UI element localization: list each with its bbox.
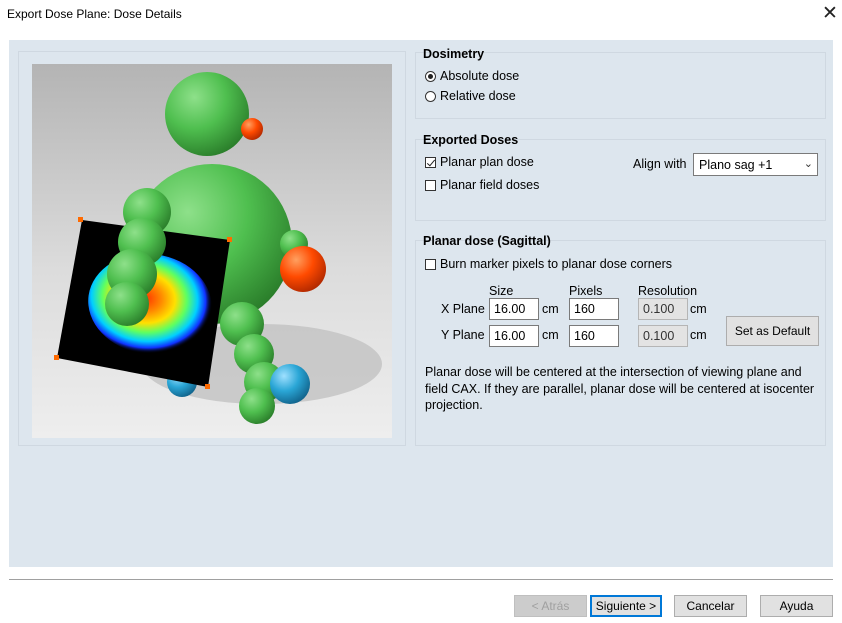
- dosimetry-group: [415, 52, 826, 119]
- relative-dose-radio[interactable]: Relative dose: [425, 87, 516, 105]
- centering-note: Planar dose will be centered at the inte…: [425, 365, 815, 412]
- chevron-down-icon: ⌄: [803, 158, 813, 170]
- y-plane-resolution-unit: cm: [690, 328, 707, 342]
- relative-dose-label: Relative dose: [440, 89, 516, 103]
- 3d-preview-image: [32, 64, 392, 438]
- y-plane-size-unit: cm: [542, 328, 559, 342]
- set-as-default-button[interactable]: Set as Default: [726, 316, 819, 346]
- align-with-label: Align with: [633, 157, 687, 171]
- x-plane-size-unit: cm: [542, 302, 559, 316]
- y-plane-size-field[interactable]: 16.00: [489, 325, 539, 347]
- cancel-button[interactable]: Cancelar: [674, 595, 747, 617]
- y-plane-label: Y Plane: [441, 328, 485, 342]
- x-plane-resolution-field: 0.100: [638, 298, 688, 320]
- align-with-select[interactable]: Plano sag +1 ⌄: [693, 153, 818, 176]
- checkbox-unchecked-icon: [425, 258, 436, 270]
- x-plane-label: X Plane: [441, 302, 485, 316]
- x-plane-resolution-unit: cm: [690, 302, 707, 316]
- next-button[interactable]: Siguiente >: [590, 595, 662, 617]
- help-button[interactable]: Ayuda: [760, 595, 833, 617]
- x-plane-pixels-field[interactable]: 160: [569, 298, 619, 320]
- planar-dose-title: Planar dose (Sagittal): [423, 234, 551, 248]
- y-plane-pixels-field[interactable]: 160: [569, 325, 619, 347]
- burn-marker-label: Burn marker pixels to planar dose corner…: [440, 257, 673, 271]
- planar-plan-dose-label: Planar plan dose: [440, 155, 534, 169]
- size-header: Size: [489, 284, 514, 298]
- exported-doses-title: Exported Doses: [423, 133, 519, 147]
- back-button[interactable]: < Atrás: [514, 595, 587, 617]
- close-icon[interactable]: ✕: [818, 3, 842, 25]
- radio-unselected-icon: [425, 90, 436, 102]
- dosimetry-title: Dosimetry: [423, 47, 485, 61]
- absolute-dose-label: Absolute dose: [440, 69, 520, 83]
- planar-field-doses-checkbox[interactable]: Planar field doses: [425, 176, 539, 194]
- radio-selected-icon: [425, 70, 436, 82]
- planar-plan-dose-checkbox[interactable]: Planar plan dose: [425, 153, 534, 171]
- resolution-header: Resolution: [638, 284, 698, 298]
- align-with-value: Plano sag +1: [699, 158, 773, 172]
- x-plane-size-field[interactable]: 16.00: [489, 298, 539, 320]
- window-title: Export Dose Plane: Dose Details: [7, 7, 182, 21]
- title-bar: Export Dose Plane: Dose Details ✕: [0, 0, 842, 30]
- footer-separator: [9, 579, 833, 580]
- checkbox-unchecked-icon: [425, 179, 436, 191]
- burn-marker-checkbox[interactable]: Burn marker pixels to planar dose corner…: [425, 255, 672, 273]
- checkbox-checked-icon: [425, 156, 436, 168]
- pixels-header: Pixels: [569, 284, 603, 298]
- y-plane-resolution-field: 0.100: [638, 325, 688, 347]
- absolute-dose-radio[interactable]: Absolute dose: [425, 67, 519, 85]
- planar-field-doses-label: Planar field doses: [440, 178, 540, 192]
